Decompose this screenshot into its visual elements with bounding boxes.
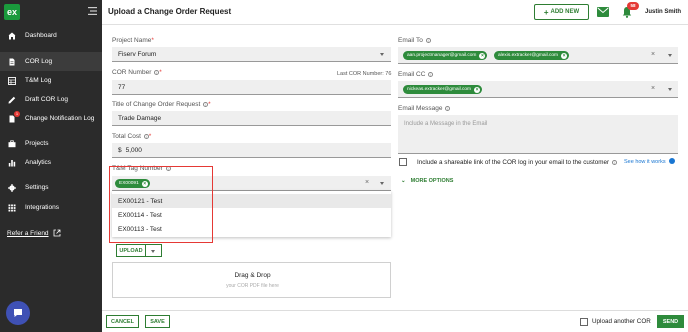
sidebar-item-cor-log[interactable]: COR Log: [0, 52, 102, 71]
more-options-toggle[interactable]: ⌄ MORE OPTIONS: [401, 178, 453, 184]
chat-support-button[interactable]: [6, 301, 30, 325]
help-icon[interactable]: [669, 158, 675, 164]
plus-icon: +: [543, 7, 549, 17]
gear-icon: [8, 183, 16, 192]
sidebar-item-label: Projects: [25, 140, 49, 147]
email-to-chip: alexis.extracker@gmail.com ×: [494, 51, 570, 60]
pencil-icon: [8, 96, 16, 103]
sidebar-item-dashboard[interactable]: Dashboard: [0, 26, 102, 45]
chevron-down-icon: ⌄: [401, 178, 406, 184]
sidebar-item-analytics[interactable]: Analytics: [0, 153, 102, 172]
sidebar-item-change-notification-log[interactable]: 1 Change Notification Log: [0, 109, 102, 128]
sidebar-item-label: Integrations: [25, 204, 59, 211]
home-icon: [8, 32, 16, 39]
project-name-value: Fiserv Forum: [118, 50, 157, 58]
email-cc-label: Email CC i: [398, 71, 434, 78]
sidebar-item-label: Analytics: [25, 159, 52, 166]
sidebar-item-draft-cor-log[interactable]: Draft COR Log: [0, 90, 102, 109]
last-cor-number: Last COR Number: 76: [337, 71, 392, 77]
chevron-down-icon[interactable]: [668, 54, 672, 57]
email-to-label: Email To i: [398, 37, 431, 44]
remove-chip-icon[interactable]: ×: [561, 52, 568, 59]
chevron-down-icon: [380, 53, 384, 56]
table-icon: [8, 76, 16, 85]
send-button[interactable]: SEND: [657, 315, 684, 328]
title-label: Title of Change Order Request i *: [112, 101, 211, 108]
upload-options-button[interactable]: [146, 244, 162, 257]
sidebar: ex Dashboard COR Log T&M Log Draft COR L…: [0, 0, 102, 332]
remove-chip-icon[interactable]: ×: [479, 52, 486, 59]
sidebar-item-label: Dashboard: [25, 32, 57, 39]
sidebar-item-settings[interactable]: Settings: [0, 178, 102, 197]
cancel-button[interactable]: CANCEL: [106, 315, 139, 328]
add-new-button[interactable]: + ADD NEW: [534, 4, 589, 20]
grid-icon: [8, 204, 16, 211]
document-icon: [9, 58, 15, 65]
total-cost-value: 5,000: [125, 146, 142, 154]
info-icon: i: [445, 105, 451, 111]
collapse-menu-icon[interactable]: [88, 7, 97, 15]
sidebar-item-label: COR Log: [25, 58, 53, 65]
title-input[interactable]: Trade Damage: [112, 111, 391, 126]
info-icon: i: [611, 159, 617, 165]
info-icon: i: [425, 37, 431, 43]
bar-chart-icon: [8, 159, 16, 166]
external-link-icon[interactable]: [53, 229, 61, 237]
chevron-down-icon[interactable]: [380, 182, 384, 185]
title-value: Trade Damage: [118, 114, 162, 122]
sidebar-item-label: T&M Log: [25, 77, 52, 84]
drag-drop-zone[interactable]: Drag & Drop your COR PDF file here: [112, 262, 391, 298]
cor-number-value: 77: [118, 83, 126, 91]
drag-drop-title: Drag & Drop: [234, 272, 271, 279]
share-link-label: Include a shareable link of the COR log …: [417, 159, 617, 166]
email-to-chip: aan.projectmanager@gmail.com ×: [403, 51, 488, 60]
total-cost-input[interactable]: $ 5,000: [112, 143, 391, 158]
email-cc-chip: nickeas.extracker@gmail.com ×: [403, 85, 483, 94]
highlight-outline: [109, 166, 213, 243]
project-name-select[interactable]: Fiserv Forum: [112, 47, 391, 62]
cor-number-label: COR Number i *: [112, 69, 162, 76]
remove-chip-icon[interactable]: ×: [474, 86, 481, 93]
mail-icon[interactable]: [597, 7, 609, 17]
add-new-label: ADD NEW: [550, 9, 580, 15]
clear-icon[interactable]: ×: [365, 179, 369, 186]
upload-button[interactable]: UPLOAD: [116, 244, 146, 257]
share-link-checkbox[interactable]: [399, 158, 407, 166]
info-icon: i: [428, 71, 434, 77]
user-name[interactable]: Justin Smith: [645, 9, 681, 15]
chevron-down-icon: [151, 250, 155, 253]
clear-icon[interactable]: ×: [651, 51, 655, 58]
email-message-textarea[interactable]: Include a Message in the Email: [398, 115, 678, 154]
chat-icon: [14, 309, 22, 317]
refer-a-friend-link[interactable]: Refer a Friend: [7, 230, 49, 237]
chevron-down-icon[interactable]: [668, 88, 672, 91]
notification-badge: 58: [627, 2, 639, 10]
drag-drop-subtitle: your COR PDF file here: [226, 283, 279, 289]
see-how-link[interactable]: See how it works: [624, 159, 666, 165]
app-logo[interactable]: ex: [4, 4, 20, 20]
project-name-label: Project Name*: [112, 37, 154, 44]
clear-icon[interactable]: ×: [651, 85, 655, 92]
email-message-label: Email Message i: [398, 105, 451, 112]
total-cost-label: Total Cost i *: [112, 133, 152, 140]
email-chip-label: nickeas.extracker@gmail.com: [407, 87, 472, 92]
upload-another-checkbox[interactable]: [580, 318, 588, 326]
save-button[interactable]: SAVE: [145, 315, 170, 328]
sidebar-item-label: Settings: [25, 184, 49, 191]
page-title: Upload a Change Order Request: [108, 7, 232, 16]
top-bar: Upload a Change Order Request + ADD NEW …: [102, 0, 688, 25]
email-chip-label: aan.projectmanager@gmail.com: [407, 53, 477, 58]
notification-count-badge: 1: [14, 111, 20, 117]
sidebar-item-projects[interactable]: Projects: [0, 134, 102, 153]
sidebar-item-integrations[interactable]: Integrations: [0, 198, 102, 217]
email-chip-label: alexis.extracker@gmail.com: [498, 53, 559, 58]
briefcase-icon: [8, 139, 16, 147]
currency-symbol: $: [118, 146, 122, 154]
email-message-placeholder: Include a Message in the Email: [404, 121, 488, 127]
sidebar-item-label: Change Notification Log: [25, 115, 95, 122]
sidebar-item-label: Draft COR Log: [25, 96, 68, 103]
cor-number-input[interactable]: 77: [112, 80, 391, 95]
sidebar-item-tm-log[interactable]: T&M Log: [0, 71, 102, 90]
upload-another-label: Upload another COR: [592, 318, 651, 325]
